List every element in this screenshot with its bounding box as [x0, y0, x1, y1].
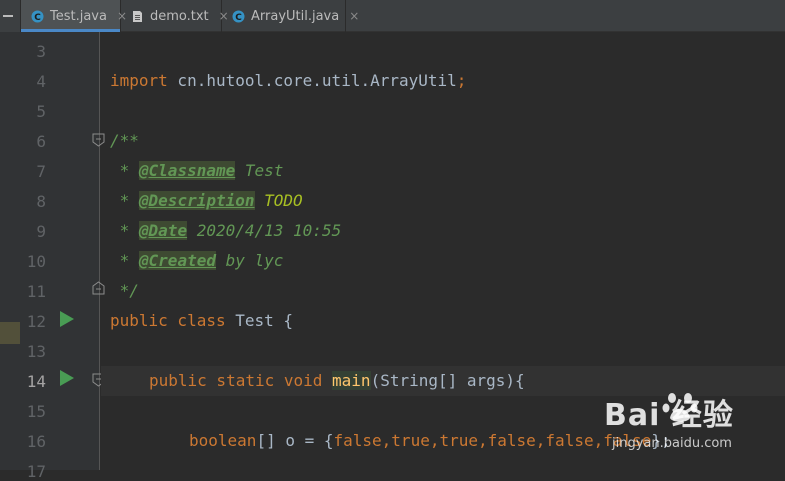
javadoc-tag: @Classname: [138, 161, 236, 180]
code-line-10: * @Created by lyc: [110, 251, 283, 270]
line-number: 16: [26, 432, 46, 451]
doc-star: *: [110, 251, 139, 270]
line-number: 17: [26, 462, 46, 481]
line-number: 5: [36, 102, 46, 121]
tab-test-java[interactable]: C Test.java ×: [21, 0, 127, 32]
code-line-11: */: [110, 281, 139, 300]
java-class-icon: C: [232, 10, 245, 23]
keyword: public class: [110, 311, 226, 330]
code-line-16: boolean[] o = {false,true,true,false,fal…: [189, 431, 671, 450]
doc-text: 2020/4/13 10:55: [187, 221, 342, 240]
todo-text: TODO: [254, 191, 303, 210]
code-line-8: * @Description TODO: [110, 191, 303, 210]
run-main-icon[interactable]: [60, 370, 74, 386]
text-file-icon: [133, 10, 142, 22]
svg-text:C: C: [235, 13, 242, 23]
array-decl: [] o = {: [256, 431, 334, 450]
tab-label: demo.txt: [150, 8, 209, 24]
method-params: (String[] args){: [370, 371, 525, 390]
package-name: cn.hutool.core.util.ArrayUtil: [167, 71, 457, 90]
line-number-current: 14: [26, 372, 46, 391]
line-number: 9: [36, 222, 46, 241]
line-number: 4: [36, 72, 46, 91]
method-name: main: [332, 371, 371, 390]
tab-bar-menu[interactable]: [0, 0, 21, 32]
keyword: public static void: [149, 371, 323, 390]
code-line-14: public static void main(String[] args){: [149, 371, 525, 390]
line-number: 11: [26, 282, 46, 301]
editor-tab-bar: C Test.java × demo.txt × C ArrayUtil.jav…: [0, 0, 785, 32]
keyword: import: [110, 71, 168, 90]
class-decl: Test {: [225, 311, 294, 330]
line-number: 15: [26, 402, 46, 421]
gutter-marker: [0, 322, 20, 344]
baidu-jingyan-watermark: Bai 经验 jingyan.baidu.com: [604, 384, 785, 470]
code-line-4: import cn.hutool.core.util.ArrayUtil;: [110, 71, 466, 90]
line-number: 13: [26, 342, 46, 361]
line-number: 10: [26, 252, 46, 271]
javadoc-tag: @Created: [138, 251, 216, 270]
javadoc-tag: @Description: [138, 191, 255, 210]
doc-text: by lyc: [215, 251, 284, 270]
doc-star: *: [110, 191, 139, 210]
tab-label: Test.java: [50, 8, 107, 24]
doc-star: *: [110, 161, 139, 180]
svg-text:C: C: [34, 13, 41, 23]
line-number: 8: [36, 192, 46, 211]
semicolon: ;: [456, 71, 467, 90]
close-icon[interactable]: ×: [349, 9, 359, 23]
code-line-6: /**: [110, 131, 139, 150]
tab-label: ArrayUtil.java: [251, 8, 340, 24]
java-class-icon: C: [31, 10, 44, 23]
line-number: 3: [36, 42, 46, 61]
javadoc-tag: @Date: [138, 221, 188, 240]
code-line-7: * @Classname Test: [110, 161, 283, 180]
line-number: 6: [36, 132, 46, 151]
doc-text: Test: [235, 161, 284, 180]
keyword: boolean: [189, 431, 257, 450]
watermark-title: Bai 经验: [604, 398, 734, 433]
tab-demo-txt[interactable]: demo.txt ×: [121, 0, 229, 32]
run-class-icon[interactable]: [60, 311, 74, 327]
code-line-9: * @Date 2020/4/13 10:55: [110, 221, 341, 240]
watermark-url: jingyan.baidu.com: [612, 436, 732, 451]
line-number-gutter: 3 4 5 6 7 8 9 10 11 12 13 14 15 16 17: [0, 32, 105, 481]
doc-star: *: [110, 221, 139, 240]
tab-arrayutil-java[interactable]: C ArrayUtil.java ×: [222, 0, 359, 32]
code-line-12: public class Test {: [110, 311, 293, 330]
line-number: 7: [36, 162, 46, 181]
minimize-icon: [3, 15, 13, 17]
